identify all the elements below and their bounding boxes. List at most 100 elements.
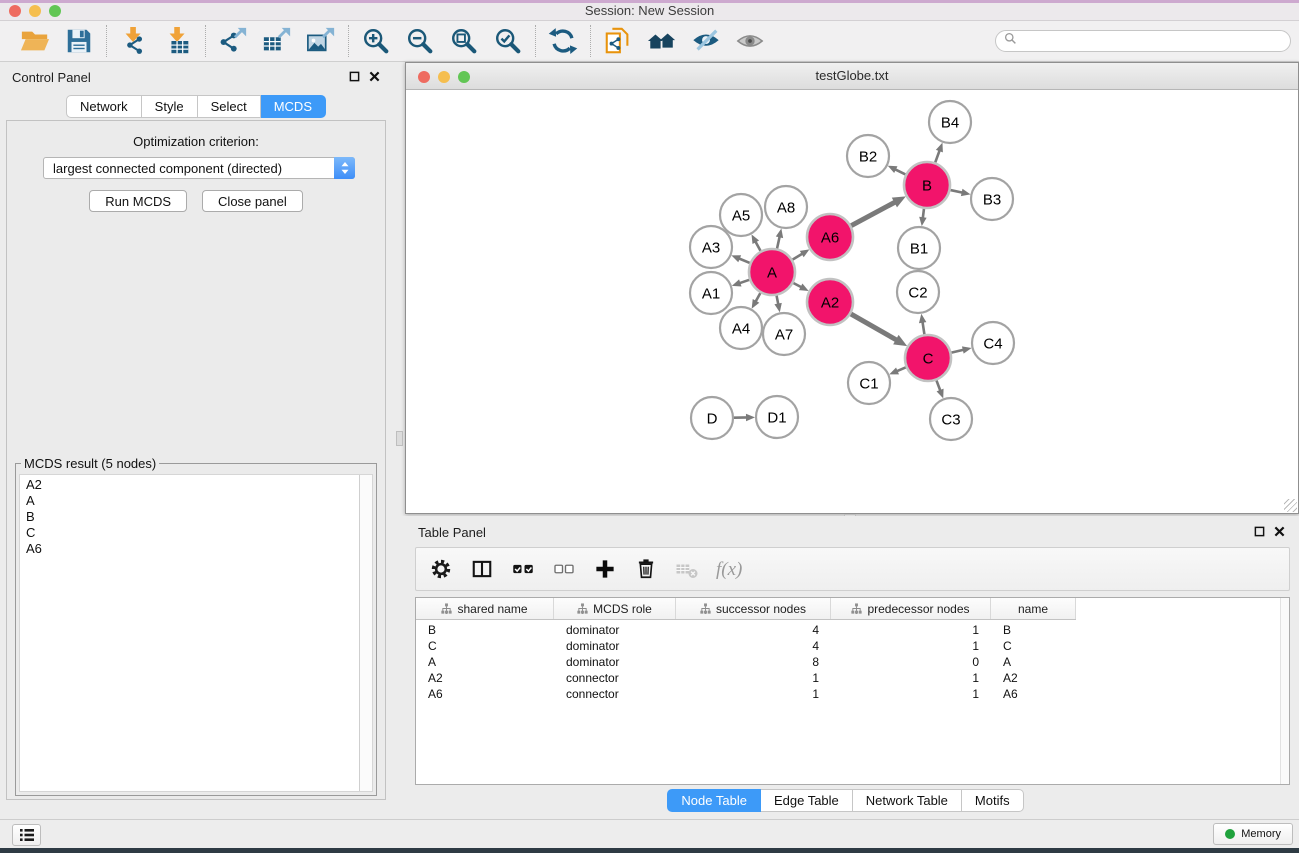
graph-node-C1[interactable]: C1	[848, 362, 890, 404]
column-header-predecessor-nodes[interactable]: predecessor nodes	[831, 598, 991, 619]
table-row[interactable]: Adominator80A	[416, 654, 1289, 670]
graph-node-D[interactable]: D	[691, 397, 733, 439]
add-column-button[interactable]	[593, 557, 617, 581]
table-cell[interactable]: dominator	[554, 639, 676, 653]
graph-edge-D-D1[interactable]	[734, 414, 755, 421]
search-box[interactable]	[995, 30, 1291, 52]
graph-edge-C-C2[interactable]	[919, 314, 926, 335]
graph-node-C[interactable]: C	[905, 335, 951, 381]
resize-grip[interactable]	[1284, 499, 1297, 512]
memory-button[interactable]: Memory	[1213, 823, 1293, 845]
network-graph[interactable]: B4B2BB3A5A8A6A3B1AC2A1A2A4A7C4CC1C3DD1	[406, 90, 1298, 513]
run-mcds-button[interactable]: Run MCDS	[89, 190, 187, 212]
result-item[interactable]: A	[26, 493, 358, 509]
table-cell[interactable]: C	[416, 639, 554, 653]
table-cell[interactable]: A2	[991, 671, 1076, 685]
graph-node-A4[interactable]: A4	[720, 307, 762, 349]
network-close-button[interactable]	[418, 71, 430, 83]
table-cell[interactable]: 1	[831, 671, 991, 685]
select-all-button[interactable]	[511, 557, 535, 581]
criterion-dropdown[interactable]: largest connected component (directed)	[43, 157, 355, 179]
graph-edge-A-A6[interactable]	[793, 249, 810, 259]
tab-select[interactable]: Select	[198, 95, 261, 118]
deselect-all-button[interactable]	[552, 557, 576, 581]
graph-node-A1[interactable]: A1	[690, 272, 732, 314]
network-canvas[interactable]: B4B2BB3A5A8A6A3B1AC2A1A2A4A7C4CC1C3DD1	[406, 90, 1298, 513]
graph-node-A7[interactable]: A7	[763, 313, 805, 355]
table-cell[interactable]: 4	[676, 639, 831, 653]
column-header-shared-name[interactable]: shared name	[416, 598, 554, 619]
tab-network[interactable]: Network	[66, 95, 142, 118]
table-row[interactable]: A6connector11A6	[416, 686, 1289, 702]
tab-node-table[interactable]: Node Table	[667, 789, 761, 812]
graph-node-B3[interactable]: B3	[971, 178, 1013, 220]
table-cell[interactable]: dominator	[554, 623, 676, 637]
graph-edge-A-A2[interactable]	[793, 283, 808, 291]
split-panel-button[interactable]	[470, 557, 494, 581]
result-item[interactable]: C	[26, 525, 358, 541]
open-session-button[interactable]	[19, 25, 51, 57]
import-table-button[interactable]	[162, 25, 194, 57]
zoom-in-button[interactable]	[360, 25, 392, 57]
export-image-button[interactable]	[305, 25, 337, 57]
hide-eye-button[interactable]	[690, 25, 722, 57]
network-minimize-button[interactable]	[438, 71, 450, 83]
graph-node-A6[interactable]: A6	[807, 214, 853, 260]
result-scrollbar[interactable]	[359, 475, 372, 791]
graph-edge-C-C3[interactable]	[936, 380, 943, 398]
close-panel-button[interactable]: Close panel	[202, 190, 303, 212]
tab-network-table[interactable]: Network Table	[853, 789, 962, 812]
network-window-titlebar[interactable]: testGlobe.txt	[406, 63, 1298, 90]
close-table-panel-icon[interactable]	[1274, 526, 1285, 537]
result-item[interactable]: A6	[26, 541, 358, 557]
graph-node-B1[interactable]: B1	[898, 227, 940, 269]
table-settings-button[interactable]	[429, 557, 453, 581]
graph-node-A[interactable]: A	[749, 249, 795, 295]
delete-column-button[interactable]	[634, 557, 658, 581]
graph-edge-A-A7[interactable]	[774, 296, 781, 313]
save-session-button[interactable]	[63, 25, 95, 57]
tab-style[interactable]: Style	[142, 95, 198, 118]
column-header-name[interactable]: name	[991, 598, 1076, 619]
graph-edge-A2-C[interactable]	[851, 314, 907, 346]
graph-node-A5[interactable]: A5	[720, 194, 762, 236]
graph-edge-A-A4[interactable]	[752, 293, 761, 309]
table-cell[interactable]: 4	[676, 623, 831, 637]
graph-edge-A6-B[interactable]	[851, 196, 906, 225]
table-cell[interactable]: C	[991, 639, 1076, 653]
table-cell[interactable]: 8	[676, 655, 831, 669]
table-row[interactable]: A2connector11A2	[416, 670, 1289, 686]
export-table-button[interactable]	[261, 25, 293, 57]
graph-node-A8[interactable]: A8	[765, 186, 807, 228]
table-cell[interactable]: B	[991, 623, 1076, 637]
graph-node-D1[interactable]: D1	[756, 396, 798, 438]
close-window-button[interactable]	[9, 5, 21, 17]
table-cell[interactable]: A6	[416, 687, 554, 701]
table-cell[interactable]: connector	[554, 687, 676, 701]
mcds-result-list[interactable]: A2ABCA6	[19, 474, 373, 792]
graph-edge-A-A8[interactable]	[776, 229, 783, 249]
table-row[interactable]: Bdominator41B	[416, 622, 1289, 638]
graph-edge-C-C4[interactable]	[951, 346, 971, 353]
table-cell[interactable]: 1	[831, 639, 991, 653]
table-cell[interactable]: 1	[676, 687, 831, 701]
graph-node-C4[interactable]: C4	[972, 322, 1014, 364]
task-history-button[interactable]	[12, 824, 41, 846]
export-network-button[interactable]	[217, 25, 249, 57]
graph-edge-B-B1[interactable]	[919, 209, 926, 226]
splitter-handle-vertical[interactable]	[396, 431, 403, 446]
tab-edge-table[interactable]: Edge Table	[761, 789, 853, 812]
table-row[interactable]: Cdominator41C	[416, 638, 1289, 654]
table-scrollbar[interactable]	[1280, 598, 1289, 784]
float-table-panel-icon[interactable]	[1254, 526, 1265, 537]
duplicate-network-button[interactable]	[602, 25, 634, 57]
graph-edge-B-B3[interactable]	[950, 189, 970, 196]
column-header-successor-nodes[interactable]: successor nodes	[676, 598, 831, 619]
table-cell[interactable]: dominator	[554, 655, 676, 669]
graph-edge-B-B2[interactable]	[888, 166, 906, 175]
table-cell[interactable]: B	[416, 623, 554, 637]
float-panel-icon[interactable]	[349, 71, 360, 82]
graph-node-C2[interactable]: C2	[897, 271, 939, 313]
table-cell[interactable]: 1	[831, 687, 991, 701]
zoom-selected-button[interactable]	[492, 25, 524, 57]
